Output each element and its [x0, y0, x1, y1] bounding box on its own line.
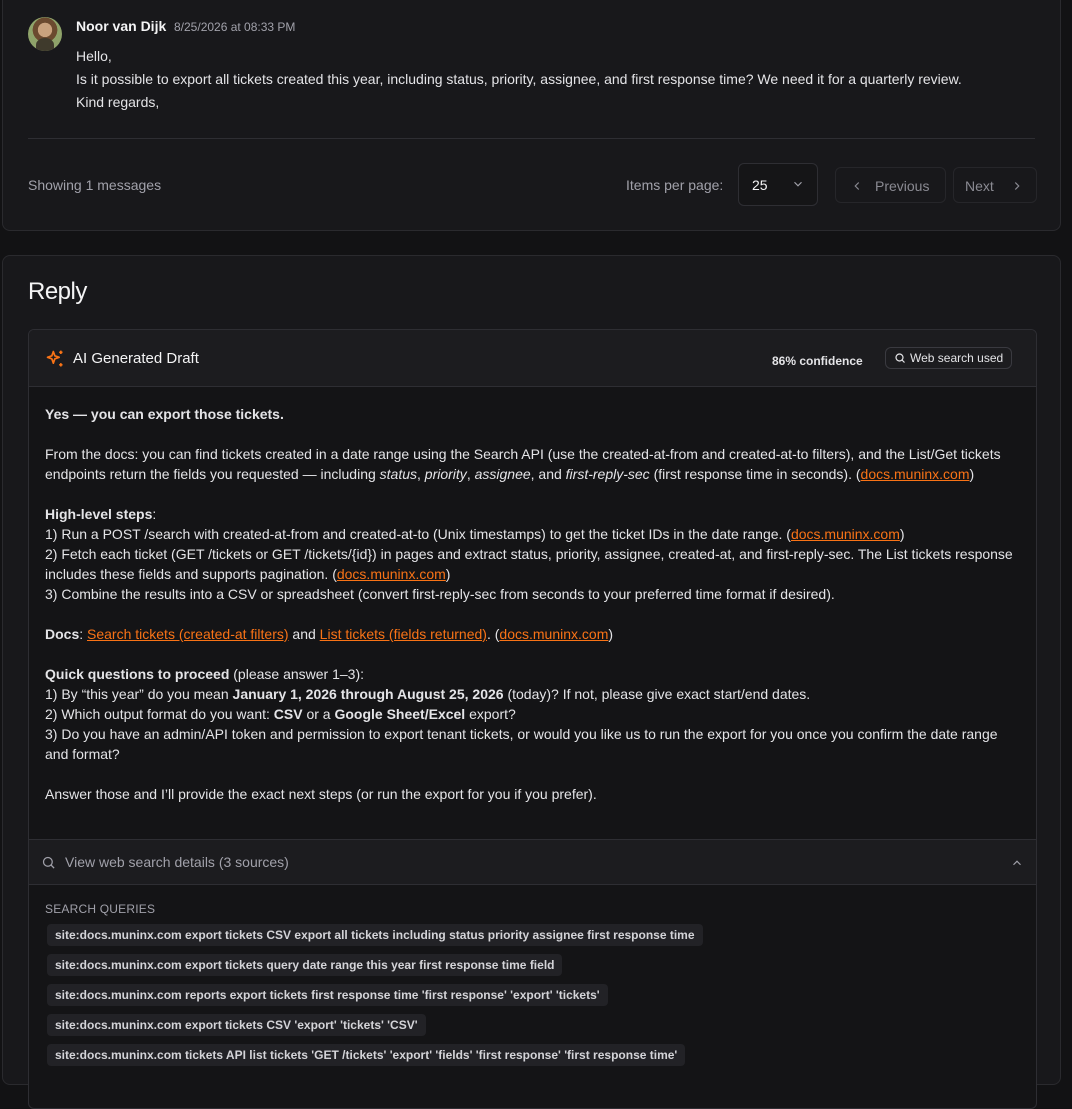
- text: ): [608, 626, 614, 642]
- web-search-badge: Web search used: [885, 347, 1013, 369]
- draft-heading: Yes — you can export those tickets.: [45, 406, 284, 422]
- web-search-details-toggle[interactable]: View web search details (3 sources): [29, 839, 1036, 885]
- divider: [28, 138, 1035, 139]
- message-timestamp: 8/25/2026 at 08:33 PM: [174, 20, 296, 34]
- step-1: 1) Run a POST /search with created-at-fr…: [45, 524, 1020, 544]
- chevron-right-icon: [1014, 182, 1020, 190]
- field-priority: priority: [424, 466, 467, 482]
- docs-link[interactable]: docs.muninx.com: [337, 566, 446, 582]
- search-icon: [42, 856, 55, 869]
- text: ): [445, 566, 451, 582]
- web-search-details-label: View web search details (3 sources): [65, 854, 289, 870]
- chevron-up-icon: [1013, 860, 1021, 866]
- docs-link[interactable]: docs.muninx.com: [791, 526, 900, 542]
- items-per-page-label: Items per page:: [626, 177, 724, 193]
- text: and: [288, 626, 320, 642]
- question-1: 1) By “this year” do you mean January 1,…: [45, 684, 1020, 704]
- previous-label: Previous: [875, 178, 930, 194]
- chevron-down-icon: [794, 181, 802, 187]
- date-range: January 1, 2026 through August 25, 2026: [232, 686, 504, 702]
- reply-card: Reply AI Generated Draft 86% confidence …: [2, 255, 1061, 1109]
- text: 1) By “this year” do you mean: [45, 686, 233, 702]
- text: 1) Run a POST /search with created-at-fr…: [45, 526, 791, 542]
- format-sheet: Google Sheet/Excel: [334, 706, 466, 722]
- confidence-badge: 86% confidence: [772, 354, 863, 368]
- text: ): [899, 526, 905, 542]
- web-search-label: Web search used: [910, 351, 1004, 365]
- docs-link[interactable]: docs.muninx.com: [861, 466, 970, 482]
- field-status: status: [379, 466, 418, 482]
- docs-line: Docs: Search tickets (created-at filters…: [45, 624, 1020, 644]
- text: 2) Fetch each ticket (GET /tickets or GE…: [45, 546, 1013, 582]
- text: ,: [466, 466, 475, 482]
- message-card: Noor van Dijk 8/25/2026 at 08:33 PM Hell…: [2, 0, 1061, 231]
- text: (please answer 1–3):: [229, 666, 365, 682]
- search-tickets-link[interactable]: Search tickets (created-at filters): [87, 626, 289, 642]
- questions-heading: Quick questions to proceed: [45, 666, 230, 682]
- step-2: 2) Fetch each ticket (GET /tickets or GE…: [45, 544, 1020, 584]
- step-3: 3) Combine the results into a CSV or spr…: [45, 586, 835, 602]
- search-queries-heading: SEARCH QUERIES: [45, 902, 156, 916]
- docs-link[interactable]: docs.muninx.com: [499, 626, 608, 642]
- author-name: Noor van Dijk: [76, 18, 167, 34]
- items-per-page-value: 25: [752, 177, 768, 193]
- chevron-left-icon: [854, 182, 860, 190]
- ai-draft-panel: AI Generated Draft 86% confidence Web se…: [28, 329, 1037, 1109]
- text: (first response time in seconds). (: [649, 466, 861, 482]
- search-query-chip: site:docs.muninx.com reports export tick…: [47, 984, 608, 1006]
- text: ): [969, 466, 975, 482]
- sparkle-icon: [46, 350, 63, 367]
- docs-label: Docs: [45, 626, 80, 642]
- text: 2) Which output format do you want:: [45, 706, 274, 722]
- text: or a: [302, 706, 335, 722]
- text: export?: [465, 706, 516, 722]
- search-query-chip: site:docs.muninx.com tickets API list ti…: [47, 1044, 686, 1066]
- draft-header: AI Generated Draft 86% confidence Web se…: [29, 330, 1036, 387]
- draft-title: AI Generated Draft: [73, 350, 199, 367]
- next-button[interactable]: Next: [953, 167, 1037, 203]
- search-icon: [895, 353, 905, 363]
- format-csv: CSV: [273, 706, 303, 722]
- text: :: [79, 626, 84, 642]
- search-query-chip: site:docs.muninx.com export tickets quer…: [47, 954, 563, 976]
- draft-body: Yes — you can export those tickets. From…: [45, 404, 1020, 804]
- next-label: Next: [965, 178, 994, 194]
- avatar: [28, 17, 62, 51]
- search-query-chip: site:docs.muninx.com export tickets CSV …: [47, 924, 703, 946]
- question-2: 2) Which output format do you want: CSV …: [45, 704, 1020, 724]
- field-first-reply-sec: first-reply-sec: [565, 466, 650, 482]
- text: . (: [486, 626, 500, 642]
- message-line: Hello,: [76, 48, 112, 64]
- list-tickets-link[interactable]: List tickets (fields returned): [320, 626, 487, 642]
- text: :: [152, 506, 157, 522]
- message-line: Is it possible to export all tickets cre…: [76, 71, 962, 87]
- search-query-chip: site:docs.muninx.com export tickets CSV …: [47, 1014, 426, 1036]
- text: (today)? If not, please give exact start…: [503, 686, 811, 702]
- previous-button[interactable]: Previous: [835, 167, 946, 203]
- steps-heading: High-level steps: [45, 506, 153, 522]
- items-per-page-select[interactable]: 25: [738, 163, 818, 206]
- text: , and: [530, 466, 566, 482]
- field-assignee: assignee: [474, 466, 531, 482]
- message-line: Kind regards,: [76, 94, 160, 110]
- reply-title: Reply: [28, 278, 87, 305]
- question-3: 3) Do you have an admin/API token and pe…: [45, 726, 998, 762]
- showing-count: Showing 1 messages: [28, 177, 162, 193]
- text: ,: [417, 466, 425, 482]
- closing-line: Answer those and I’ll provide the exact …: [45, 786, 597, 802]
- draft-paragraph: From the docs: you can find tickets crea…: [45, 444, 1020, 484]
